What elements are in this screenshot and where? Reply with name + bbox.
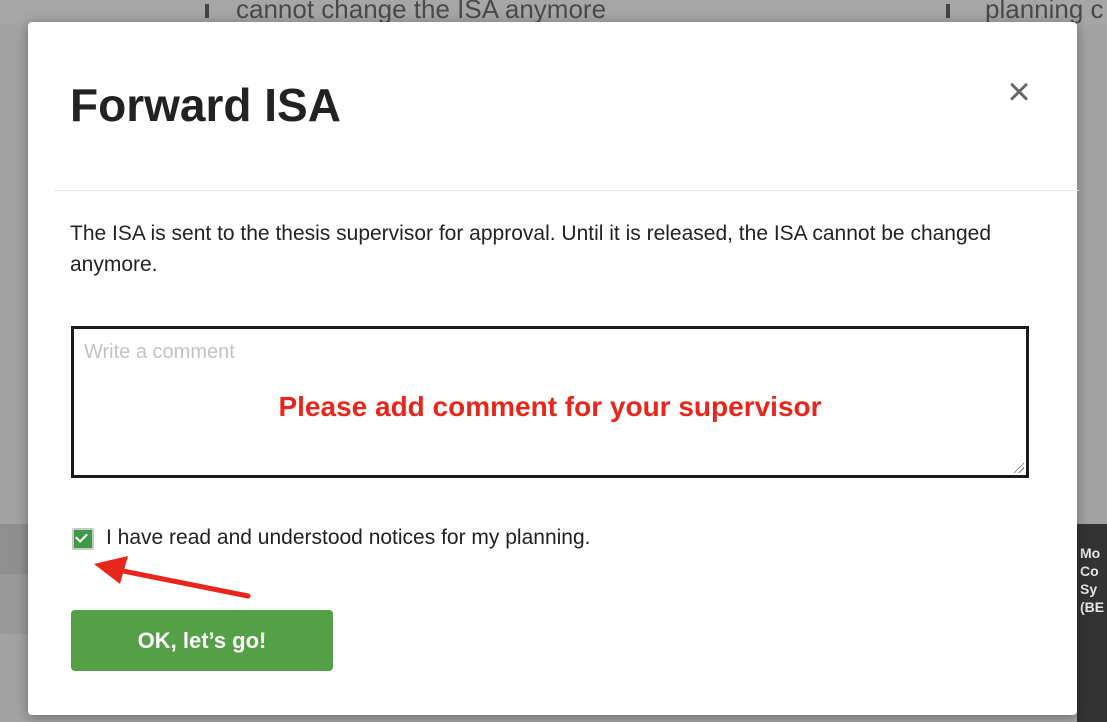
acknowledge-checkbox[interactable] — [72, 528, 94, 550]
background-dark-panel-text: Mo Co Sy (BE — [1080, 544, 1104, 616]
modal-title: Forward ISA — [70, 79, 341, 131]
comment-box: Please add comment for your supervisor — [71, 326, 1029, 478]
background-dark-line: (BE — [1080, 599, 1105, 615]
background-dark-line: Co — [1080, 563, 1099, 579]
forward-isa-modal: Forward ISA × The ISA is sent to the the… — [28, 22, 1079, 715]
resize-handle-icon[interactable] — [1012, 461, 1024, 473]
ok-button[interactable]: OK, let’s go! — [71, 610, 333, 671]
background-marker — [205, 4, 209, 18]
background-dark-line: Mo — [1080, 545, 1101, 561]
modal-header-divider — [54, 190, 1079, 191]
acknowledge-label[interactable]: I have read and understood notices for m… — [106, 524, 590, 552]
background-dark-line: Sy — [1080, 581, 1098, 597]
check-icon — [75, 530, 88, 543]
background-marker — [946, 4, 950, 18]
comment-input[interactable] — [74, 329, 1026, 475]
close-icon[interactable]: × — [999, 72, 1039, 112]
arrow-annotation-icon — [94, 556, 251, 599]
modal-description: The ISA is sent to the thesis supervisor… — [70, 222, 992, 276]
